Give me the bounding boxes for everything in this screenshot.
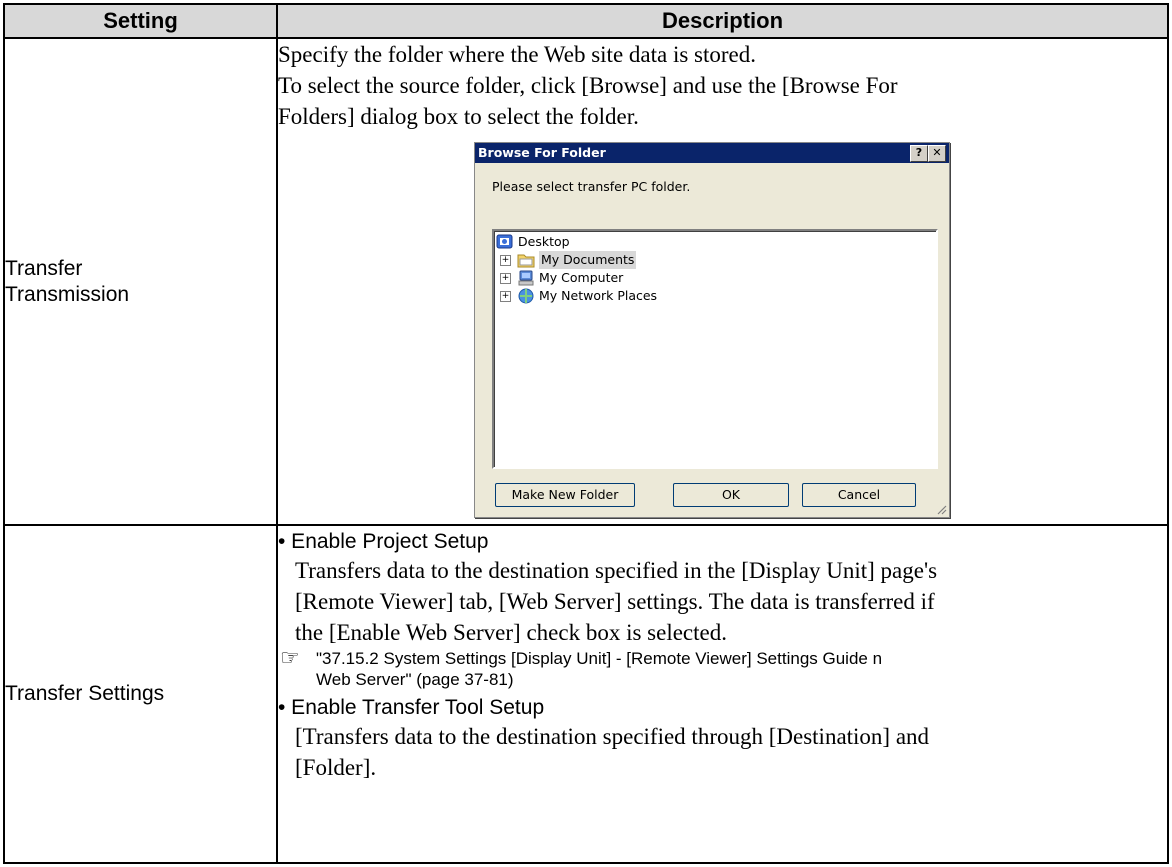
tree-item-label: Desktop — [518, 234, 570, 249]
description-cell-transfer-transmission: Specify the folder where the Web site da… — [276, 37, 1169, 526]
dialog-title: Browse For Folder — [478, 145, 606, 160]
tree-item-desktop[interactable]: Desktop — [496, 233, 570, 251]
tree-item-my-documents[interactable]: + My Documents — [500, 251, 637, 269]
tree-item-label: My Documents — [539, 251, 637, 269]
setting-column-header: Setting — [3, 3, 278, 39]
desc-line: [Folder]. — [295, 755, 377, 780]
desc-line: To select the source folder, click [Brow… — [278, 73, 898, 98]
cancel-button[interactable]: Cancel — [802, 483, 916, 507]
bullet-enable-transfer-tool-setup: • Enable Transfer Tool Setup — [278, 696, 545, 719]
make-new-folder-button[interactable]: Make New Folder — [495, 483, 635, 507]
desc-line: Folders] dialog box to select the folder… — [278, 104, 639, 129]
dialog-prompt: Please select transfer PC folder. — [492, 179, 691, 194]
browse-for-folder-dialog: Browse For Folder ? ✕ Please select tran… — [474, 142, 950, 518]
expand-plus-icon[interactable]: + — [500, 272, 511, 284]
tree-item-my-network-places[interactable]: + My Network Places — [500, 287, 657, 305]
reference-line: "37.15.2 System Settings [Display Unit] … — [316, 649, 883, 668]
computer-icon — [517, 270, 535, 286]
close-button[interactable]: ✕ — [928, 145, 946, 162]
setting-label-line: Transfer — [5, 256, 83, 280]
tree-item-label: My Network Places — [539, 288, 658, 303]
desc-line: [Remote Viewer] tab, [Web Server] settin… — [295, 589, 935, 614]
reference-link[interactable]: ☞ "37.15.2 System Settings [Display Unit… — [278, 645, 1167, 690]
help-button[interactable]: ? — [910, 145, 928, 162]
dialog-titlebar: Browse For Folder ? ✕ — [475, 143, 949, 163]
reference-line: Web Server" (page 37-81) — [316, 670, 514, 689]
desktop-icon — [496, 234, 514, 250]
settings-table: Setting Description Transfer Transmissio… — [3, 3, 1169, 864]
tree-item-my-computer[interactable]: + My Computer — [500, 269, 623, 287]
resize-grip-icon[interactable] — [935, 503, 947, 515]
tree-item-label: My Computer — [539, 270, 624, 285]
network-icon — [517, 288, 535, 304]
expand-plus-icon[interactable]: + — [500, 254, 511, 266]
setting-cell-transfer-transmission: Transfer Transmission — [3, 37, 278, 526]
folder-icon — [517, 252, 535, 268]
desc-line: Specify the folder where the Web site da… — [278, 42, 757, 67]
description-column-header: Description — [276, 3, 1169, 39]
desc-line: the [Enable Web Server] check box is sel… — [295, 620, 727, 645]
pointing-hand-icon: ☞ — [280, 645, 300, 670]
setting-label: Transfer Settings — [5, 682, 165, 705]
setting-label-line: Transmission — [5, 282, 130, 306]
description-cell-transfer-settings: • Enable Project Setup Transfers data to… — [276, 524, 1169, 864]
expand-plus-icon[interactable]: + — [500, 290, 511, 302]
setting-cell-transfer-settings: Transfer Settings — [3, 524, 278, 864]
dialog-screenshot-area: Browse For Folder ? ✕ Please select tran… — [278, 132, 1167, 524]
bullet-enable-project-setup: • Enable Project Setup — [278, 530, 489, 553]
desc-line: Transfers data to the destination specif… — [295, 558, 938, 583]
ok-button[interactable]: OK — [673, 483, 789, 507]
desc-line: [Transfers data to the destination speci… — [295, 724, 930, 749]
folder-tree[interactable]: Desktop + My Documents + My Computer + M… — [492, 229, 938, 469]
